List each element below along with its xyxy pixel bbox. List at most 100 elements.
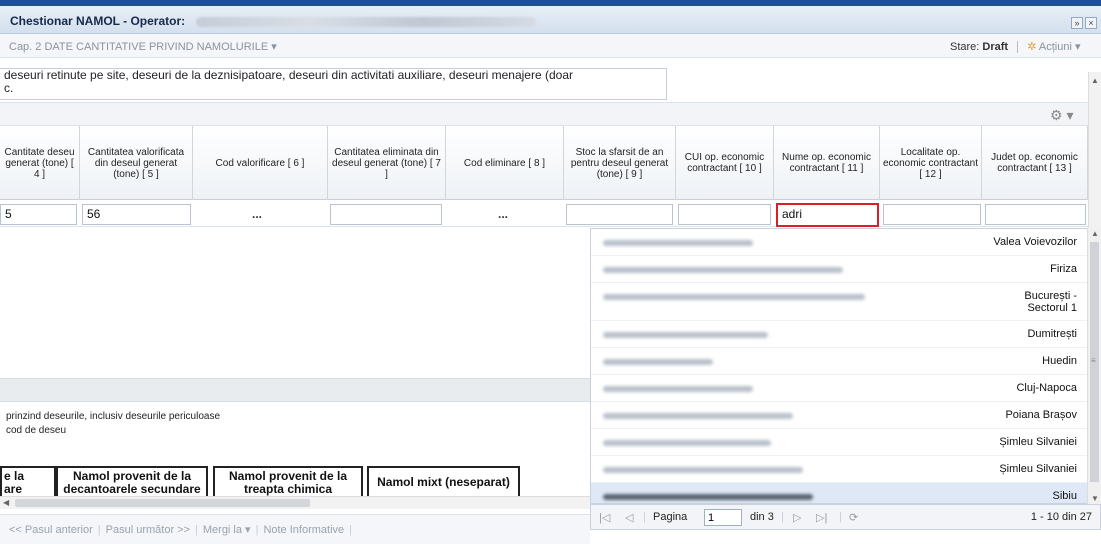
cod-eliminare-picker[interactable]: ... xyxy=(498,207,508,221)
nume-autocomplete-input[interactable]: adri xyxy=(776,203,879,227)
dropdown-pager: |◁ ◁ | Pagina din 3 | ▷ ▷| | ⟳ 1 - 10 di… xyxy=(590,504,1101,530)
list-item[interactable]: Șimleu Silvaniei xyxy=(591,429,1087,456)
list-item-city: București - Sectorul 1 xyxy=(1024,290,1077,314)
actions-menu[interactable]: Acțiuni ▾ xyxy=(1039,41,1081,53)
list-item[interactable]: Poiana Brașov xyxy=(591,402,1087,429)
grid-header-row: Cantitate deseu generat (tone) [ 4 ] Can… xyxy=(0,126,1088,200)
scroll-left-icon[interactable]: ◀ xyxy=(3,498,9,507)
list-item[interactable]: Cluj-Napoca xyxy=(591,375,1087,402)
scroll-up-icon[interactable]: ▲ xyxy=(1091,76,1099,85)
blurred-company-name xyxy=(603,294,865,300)
blurred-company-name xyxy=(603,440,771,446)
list-item[interactable]: București - Sectorul 1 xyxy=(591,283,1087,321)
dropdown-scrollbar[interactable]: ▲ ≡ ▼ xyxy=(1087,228,1101,504)
cell-localitate[interactable] xyxy=(883,204,981,225)
list-item[interactable]: Huedin xyxy=(591,348,1087,375)
cell-valorificata[interactable]: 56 xyxy=(82,204,191,225)
cell-cantitate[interactable]: 5 xyxy=(0,204,77,225)
nav-separator: | xyxy=(195,524,198,536)
toolbar-separator xyxy=(1017,41,1019,54)
header-cantitate-eliminata[interactable]: Cantitatea eliminata din deseul generat … xyxy=(328,126,446,200)
horizontal-scrollbar[interactable]: ◀ xyxy=(0,496,590,509)
pager-separator: | xyxy=(643,511,646,523)
pager-separator: | xyxy=(781,511,784,523)
scroll-up-icon[interactable]: ▲ xyxy=(1091,229,1099,238)
grid-data-row: 5 56 ... ... adri xyxy=(0,201,1088,227)
scroll-down-icon[interactable]: ▼ xyxy=(1091,494,1099,503)
page-label: Pagina xyxy=(653,511,688,523)
sludge-type-table: e la are Namol provenit de la decantoare… xyxy=(0,466,520,496)
restore-icon[interactable]: » xyxy=(1071,17,1083,29)
status-label: Stare: xyxy=(950,41,980,53)
list-item-city: Sibiu xyxy=(1052,490,1077,502)
grid-toolbar: ⚙ ▾ xyxy=(0,102,1088,126)
chapter-dropdown[interactable]: Cap. 2 DATE CANTITATIVE PRIVIND NAMOLURI… xyxy=(9,40,277,53)
cell-cantitate-eliminata[interactable] xyxy=(330,204,442,225)
cod-valorificare-picker[interactable]: ... xyxy=(252,207,262,221)
header-cantitate-generat[interactable]: Cantitate deseu generat (tone) [ 4 ] xyxy=(0,126,80,200)
sludge-col-chimica: Namol provenit de la treapta chimica xyxy=(213,466,363,496)
list-item-city: Firiza xyxy=(1050,263,1077,275)
prev-page-icon[interactable]: ◁ xyxy=(625,511,633,524)
textarea-line-2: c. xyxy=(4,81,14,95)
nav-separator: | xyxy=(97,524,101,536)
note-line-2: cod de deseu xyxy=(6,425,67,436)
list-item[interactable]: Dumitrești xyxy=(591,321,1087,348)
scroll-grip-icon: ≡ xyxy=(1091,356,1096,365)
list-item-city: Dumitrești xyxy=(1027,328,1077,340)
info-notes-link[interactable]: Note Informative xyxy=(263,524,344,536)
blurred-company-name xyxy=(603,359,713,365)
blurred-company-name xyxy=(603,240,753,246)
header-cod-eliminare[interactable]: Cod eliminare [ 8 ] xyxy=(446,126,564,200)
blurred-company-name xyxy=(603,267,843,273)
header-stoc-sfarsit[interactable]: Stoc la sfarsit de an pentru deseul gene… xyxy=(564,126,676,200)
window-title-text: Chestionar NAMOL - Operator: xyxy=(10,14,186,28)
close-icon[interactable]: × xyxy=(1085,17,1097,29)
list-item[interactable]: Firiza xyxy=(591,256,1087,283)
list-item[interactable]: Valea Voievozilor xyxy=(591,229,1087,256)
list-item-city: Valea Voievozilor xyxy=(993,236,1077,248)
prev-step-link[interactable]: << Pasul anterior xyxy=(9,524,93,536)
window-title: Chestionar NAMOL - Operator: xyxy=(10,14,537,28)
header-cui[interactable]: CUI op. economic contractant [ 10 ] xyxy=(676,126,774,200)
blurred-company-name xyxy=(603,413,793,419)
refresh-icon[interactable]: ⟳ xyxy=(849,511,858,524)
page-number-input[interactable] xyxy=(704,509,742,526)
status-area: Stare: Draft ✲ Acțiuni ▾ xyxy=(950,40,1081,54)
header-nume[interactable]: Nume op. economic contractant [ 11 ] xyxy=(774,126,880,200)
result-count: 1 - 10 din 27 xyxy=(1030,511,1092,523)
actions-icon: ✲ xyxy=(1027,41,1037,53)
cell-cui[interactable] xyxy=(678,204,771,225)
window-titlebar: Chestionar NAMOL - Operator: » × xyxy=(0,6,1101,34)
header-cantitate-valorificata[interactable]: Cantitatea valorificata din deseul gener… xyxy=(80,126,193,200)
next-page-icon[interactable]: ▷ xyxy=(793,511,801,524)
list-item-city: Cluj-Napoca xyxy=(1016,382,1077,394)
pager-separator: | xyxy=(839,511,842,523)
cell-judet[interactable] xyxy=(985,204,1086,225)
list-item-selected[interactable]: Sibiu xyxy=(591,483,1087,503)
section-divider xyxy=(0,378,590,402)
textarea-line-1: deseuri retinute pe site, deseuri de la … xyxy=(4,68,573,82)
list-item-city: Șimleu Silvaniei xyxy=(999,463,1077,475)
horizontal-scroll-thumb[interactable] xyxy=(15,499,310,507)
header-localitate[interactable]: Localitate op. economic contractant [ 12… xyxy=(880,126,982,200)
description-textarea[interactable]: deseuri retinute pe site, deseuri de la … xyxy=(0,68,667,100)
wizard-nav-bar: << Pasul anterior | Pasul următor >> | Mergi… xyxy=(0,514,590,544)
first-page-icon[interactable]: |◁ xyxy=(599,511,610,524)
last-page-icon[interactable]: ▷| xyxy=(816,511,827,524)
header-cod-valorificare[interactable]: Cod valorificare [ 6 ] xyxy=(193,126,328,200)
sludge-col-mixt: Namol mixt (neseparat) xyxy=(367,466,520,496)
blurred-company-name xyxy=(603,386,753,392)
blurred-company-name xyxy=(603,467,803,473)
grid-empty-area xyxy=(0,228,590,378)
goto-menu[interactable]: Mergi la ▾ xyxy=(203,524,251,536)
sludge-col-secundare: Namol provenit de la decantoarele secund… xyxy=(56,466,208,496)
list-item[interactable]: Șimleu Silvaniei xyxy=(591,456,1087,483)
header-judet[interactable]: Judet op. economic contractant [ 13 ] xyxy=(982,126,1088,200)
gear-icon[interactable]: ⚙ ▾ xyxy=(1050,107,1073,124)
nav-separator: | xyxy=(255,524,259,536)
cell-stoc[interactable] xyxy=(566,204,673,225)
sludge-col-partial: e la are xyxy=(0,466,56,496)
blurred-company-name xyxy=(603,494,813,500)
next-step-link[interactable]: Pasul următor >> xyxy=(106,524,190,536)
